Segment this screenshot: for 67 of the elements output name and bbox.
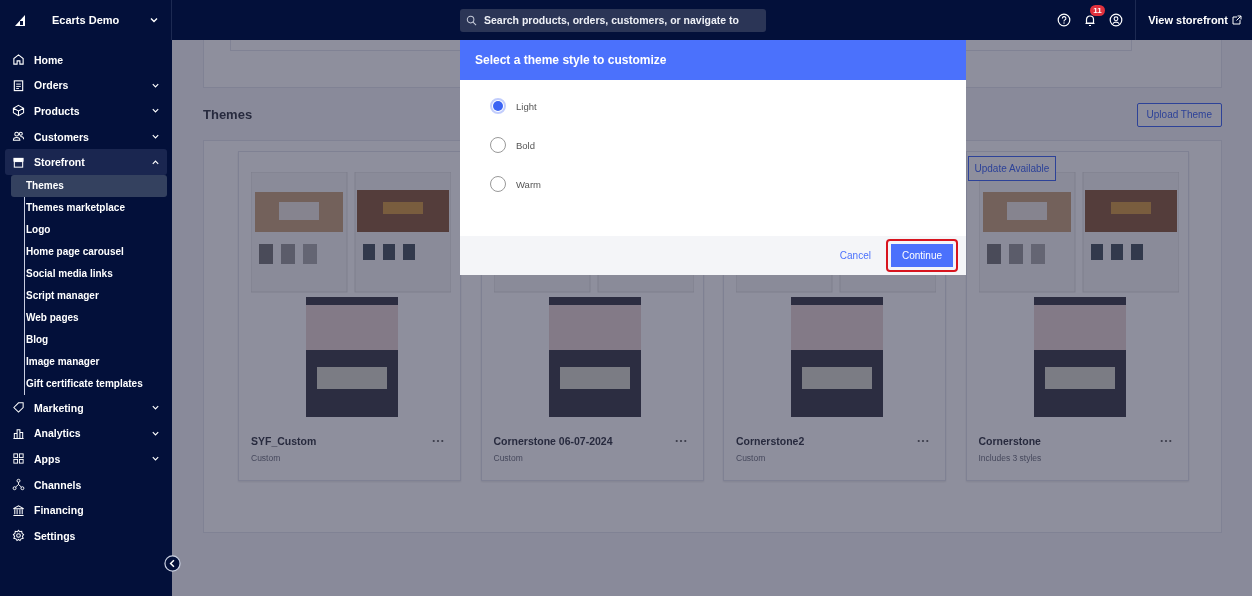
chevron-down-icon [151, 454, 160, 464]
sidebar-subitem[interactable]: Home page carousel [11, 240, 167, 263]
theme-card[interactable]: SYF_Custom Custom [238, 151, 461, 481]
help-icon[interactable] [1057, 13, 1072, 27]
continue-button[interactable]: Continue [890, 244, 953, 267]
grid-icon [12, 452, 25, 466]
theme-name: SYF_Custom [251, 435, 317, 447]
sidebar-subitem[interactable]: Web pages [11, 306, 167, 329]
chevron-down-icon [151, 403, 160, 413]
chevron-down-icon [151, 106, 160, 116]
theme-name: Cornerstone2 [736, 435, 805, 447]
sidebar-subitem[interactable]: Social media links [11, 262, 167, 285]
home-icon [12, 53, 25, 67]
sidebar-subitem[interactable]: Script manager [11, 284, 167, 307]
sidebar-item[interactable]: Home [5, 47, 167, 73]
bell-icon[interactable] [1083, 13, 1098, 27]
clipboard-icon [12, 78, 25, 92]
sidebar-item[interactable]: Settings [5, 522, 167, 549]
sidebar-subitem[interactable]: Blog [11, 328, 167, 351]
more-icon[interactable] [917, 439, 929, 443]
sidebar-item[interactable]: Analytics [5, 420, 167, 447]
sidebar-item[interactable]: Financing [5, 497, 167, 523]
sidebar-item[interactable]: Customers [5, 123, 167, 150]
search-field[interactable]: Search products, orders, customers, or navigate to [460, 8, 766, 32]
page-heading: Themes [203, 107, 253, 122]
box-icon [12, 104, 25, 118]
theme-name: Cornerstone 06-07-2024 [493, 435, 613, 447]
external-link-icon [1232, 15, 1242, 25]
people-icon [12, 130, 25, 144]
tag-icon [12, 401, 25, 415]
theme-subtitle: Custom [251, 453, 282, 463]
more-icon[interactable] [674, 439, 687, 443]
theme-card[interactable]: Update Available Cornerstone Includes 3 styles [965, 151, 1189, 481]
collapse-sidebar-icon[interactable] [164, 554, 181, 572]
sidebar-item[interactable]: Channels [5, 471, 167, 498]
store-name: Ecarts Demo [51, 14, 121, 26]
theme-subtitle: Custom [736, 453, 767, 463]
more-icon[interactable] [432, 439, 444, 443]
sidebar-item[interactable]: Storefront [5, 149, 167, 175]
chevron-down-icon[interactable] [149, 15, 159, 25]
sidebar-subitem[interactable]: Gift certificate templates [11, 372, 167, 395]
radio-option[interactable]: Light [490, 96, 966, 116]
sidebar-subitem[interactable]: Themes marketplace [11, 196, 167, 219]
sidebar-item[interactable]: Products [5, 98, 167, 124]
sidebar-subitem[interactable]: Themes [11, 174, 167, 197]
theme-subtitle: Custom [493, 453, 524, 463]
sidebar-subitem[interactable]: Logo [11, 218, 167, 241]
radio-button[interactable] [490, 98, 506, 114]
sidebar-subitem[interactable]: Image manager [11, 350, 167, 373]
bank-icon [12, 503, 25, 517]
sidebar-item[interactable]: Marketing [5, 394, 167, 421]
notification-badge: 11 [1090, 5, 1105, 16]
chevron-up-icon [151, 157, 160, 167]
sidebar-item[interactable]: Orders [5, 72, 167, 99]
settings-icon [12, 529, 25, 543]
network-icon [12, 478, 25, 492]
search-icon [466, 14, 477, 26]
chart-icon [12, 426, 25, 440]
dialog-title: Select a theme style to customize [475, 53, 667, 67]
user-icon[interactable] [1109, 13, 1124, 27]
theme-name: Cornerstone [978, 435, 1041, 447]
theme-subtitle: Includes 3 styles [978, 453, 1043, 463]
more-icon[interactable] [1159, 439, 1172, 443]
cancel-button[interactable]: Cancel [837, 250, 873, 261]
storefront-icon [12, 155, 25, 169]
chevron-down-icon [151, 132, 160, 142]
sidebar-item[interactable]: Apps [5, 446, 167, 472]
